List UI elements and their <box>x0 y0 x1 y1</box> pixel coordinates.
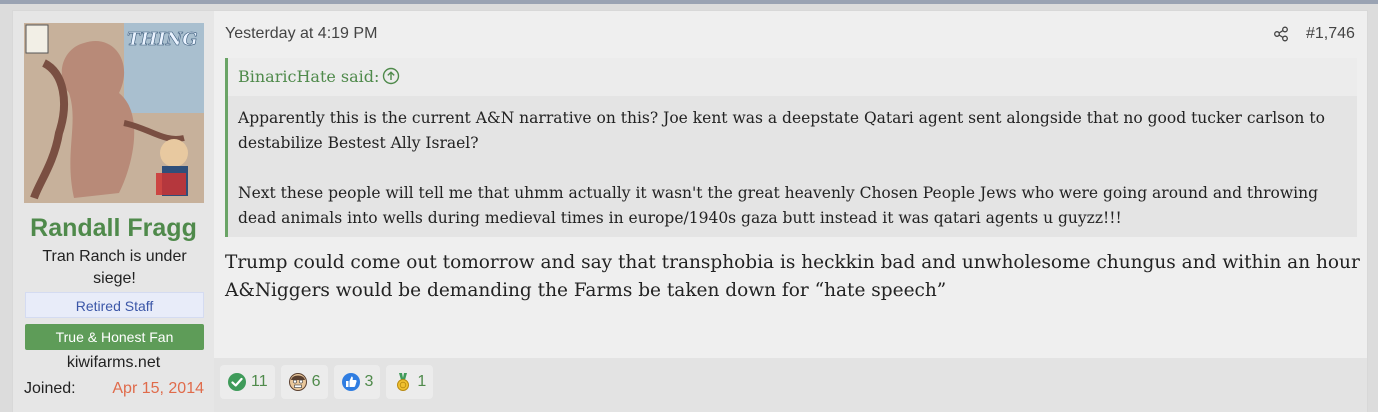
quote-text: Apparently this is the current A&N narra… <box>238 106 1338 231</box>
reaction-count: 1 <box>417 373 427 390</box>
avatar-image: THING OF THE HILL <box>24 23 204 203</box>
checkmark-icon <box>228 373 246 391</box>
post-footer: 11 6 3 1 <box>214 358 1367 412</box>
quote-header: BinaricHate said: <box>228 58 1357 96</box>
username[interactable]: Randall Fragg <box>13 214 214 243</box>
reactions-bar: 11 6 3 1 <box>220 365 434 399</box>
share-icon[interactable] <box>1273 26 1289 42</box>
banner-retired-staff: Retired Staff <box>25 292 204 318</box>
post-message: Trump could come out tomorrow and say th… <box>225 252 1360 301</box>
post-number-link[interactable]: #1,746 <box>1306 25 1355 43</box>
joined-label: Joined: <box>24 380 76 397</box>
user-avatar[interactable]: THING OF THE HILL <box>24 23 204 203</box>
top-border <box>0 0 1378 4</box>
quote-author-link[interactable]: BinaricHate said: <box>238 67 379 86</box>
reaction-medal[interactable]: 1 <box>386 365 434 399</box>
quote-block: BinaricHate said: Apparently this is the… <box>225 58 1357 237</box>
post-timestamp[interactable]: Yesterday at 4:19 PM <box>225 25 377 43</box>
user-title: Tran Ranch is under siege! <box>42 248 187 287</box>
banner-true-honest-fan: True & Honest Fan <box>25 324 204 350</box>
avatar-title-text: THING OF THE HILL <box>127 29 204 50</box>
reaction-face[interactable]: 6 <box>280 365 328 399</box>
forum-post: THING OF THE HILL Randall Fragg Tran Ran… <box>12 10 1368 412</box>
user-sidebar: THING OF THE HILL Randall Fragg Tran Ran… <box>13 11 214 412</box>
reaction-count: 11 <box>251 373 268 390</box>
arrow-up-circle-icon[interactable] <box>382 67 400 85</box>
reaction-count: 3 <box>364 373 374 390</box>
medal-icon <box>397 373 410 391</box>
user-site: kiwifarms.net <box>66 354 161 371</box>
reaction-checkmark[interactable]: 11 <box>220 365 275 399</box>
quote-paragraph: Next these people will tell me that uhmm… <box>238 184 1319 227</box>
joined-date: Apr 15, 2014 <box>112 380 204 397</box>
reaction-thumbs-up[interactable]: 3 <box>333 365 381 399</box>
quote-paragraph: Apparently this is the current A&N narra… <box>238 109 1325 152</box>
face-icon <box>288 373 307 391</box>
reaction-count: 6 <box>311 373 321 390</box>
thumbs-up-icon <box>341 373 360 391</box>
